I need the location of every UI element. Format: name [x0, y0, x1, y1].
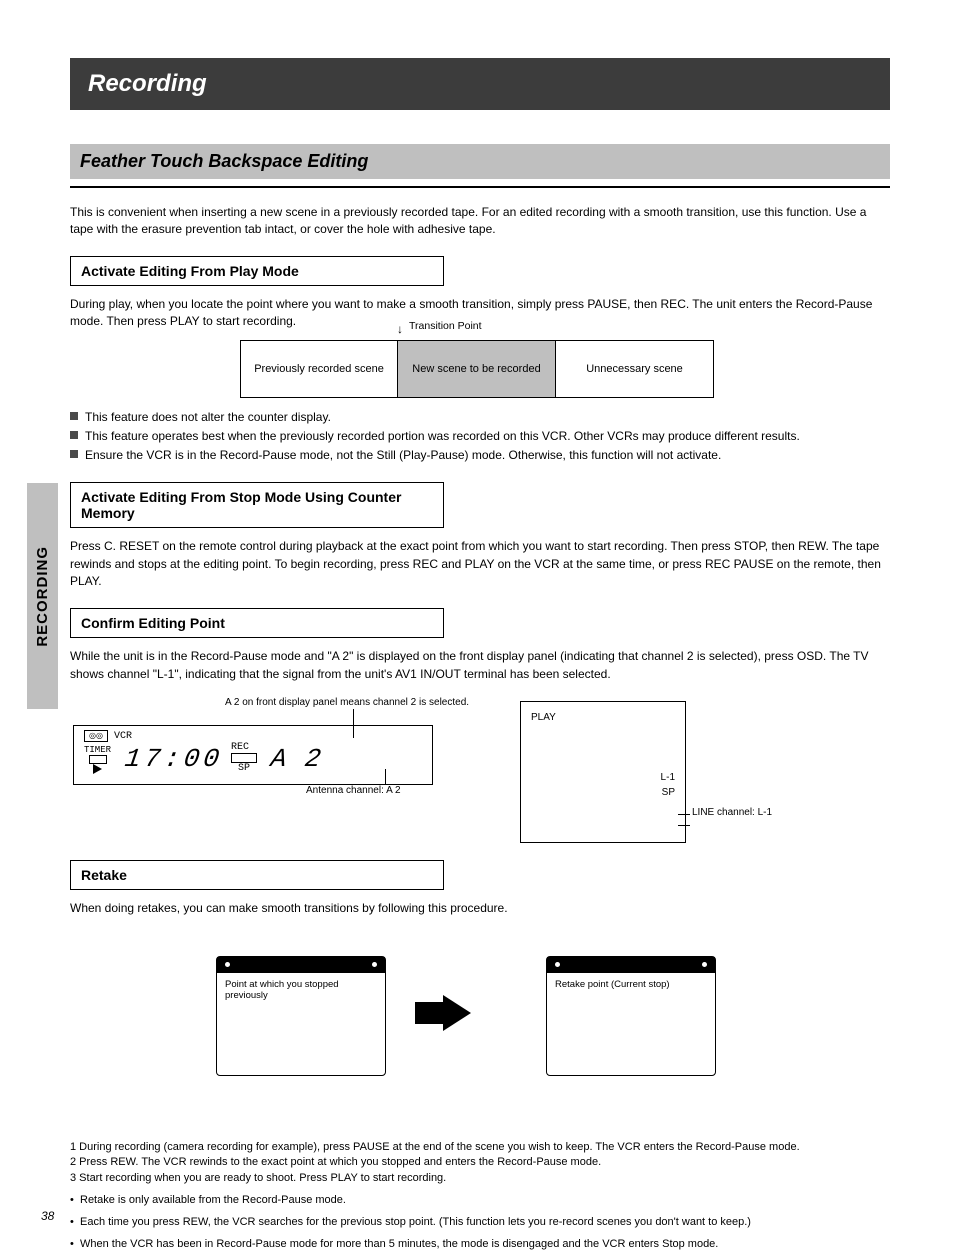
cassette-reel-icon [225, 962, 230, 967]
timer-label: TIMER [84, 746, 111, 755]
section-activate-heading: Activate Editing From Play Mode [70, 256, 444, 286]
cassette-right-label: Retake point (Current stop) [547, 973, 715, 996]
bullet-1-text: This feature does not alter the counter … [85, 408, 331, 427]
transition-arrow: ↓Transition Point [397, 322, 403, 336]
cassette-icon: ◎◎ [84, 730, 108, 742]
intro-text: This is convenient when inserting a new … [70, 204, 890, 238]
bullet-2-text: This feature operates best when the prev… [85, 427, 800, 446]
subheader-block: Feather Touch Backspace Editing [70, 144, 890, 188]
bullet-dot: • [70, 1193, 80, 1209]
vcr-indicator: VCR [114, 731, 132, 742]
note-3-text: When the VCR has been in Record-Pause mo… [80, 1237, 718, 1253]
tape-cell-previous: Previously recorded scene [240, 341, 398, 397]
tv-line-channel: L-1 [531, 770, 675, 785]
rec-label: REC [231, 742, 257, 753]
section-confirm-heading: Confirm Editing Point [70, 608, 444, 638]
seg-a: A [269, 744, 293, 774]
section-memory-text: Press C. RESET on the remote control dur… [70, 538, 890, 590]
note-1: •Retake is only available from the Recor… [70, 1193, 890, 1209]
subheader-title: Feather Touch Backspace Editing [80, 151, 368, 171]
cassette-reel-icon [702, 962, 707, 967]
subheader-underline [70, 179, 890, 188]
callout-top: A 2 on front display panel means channel… [225, 697, 469, 708]
tape-cell-new: New scene to be recorded [398, 341, 556, 397]
step-1: 1 During recording (camera recording for… [70, 1140, 890, 1156]
section-confirm-title: Confirm Editing Point [81, 615, 225, 631]
cassette-diagram: Point at which you stopped previously Re… [70, 940, 890, 1120]
bullet-icon [70, 450, 78, 458]
note-2-text: Each time you press REW, the VCR searche… [80, 1215, 751, 1231]
bullet-1: This feature does not alter the counter … [70, 408, 890, 427]
sp-rect-icon [231, 753, 257, 763]
cassette-reel-icon [372, 962, 377, 967]
tv-callout-line2 [678, 825, 690, 826]
cassette-right: Retake point (Current stop) [546, 956, 716, 1076]
play-icon [93, 764, 102, 774]
section-memory-heading: Activate Editing From Stop Mode Using Co… [70, 482, 444, 528]
tv-line-sp: SP [531, 785, 675, 800]
section-retake-text: When doing retakes, you can make smooth … [70, 900, 890, 917]
section-confirm-text: While the unit is in the Record-Pause mo… [70, 648, 890, 683]
cassette-topbar [547, 957, 715, 973]
note-3: •When the VCR has been in Record-Pause m… [70, 1237, 890, 1253]
section-retake-title: Retake [81, 867, 127, 883]
transition-label: Transition Point [409, 320, 482, 332]
callout-bottom-text: Antenna channel: A 2 [306, 785, 401, 796]
seg-time: 17:00 [123, 744, 225, 774]
bullet-3-text: Ensure the VCR is in the Record-Pause mo… [85, 446, 721, 465]
bullet-icon [70, 431, 78, 439]
tv-callout-line [678, 814, 690, 815]
rec-sp-block: REC SP [231, 742, 257, 774]
subheader-bar: Feather Touch Backspace Editing [70, 144, 890, 179]
tape-cell-unnecessary: Unnecessary scene [556, 341, 714, 397]
tv-callout-text: LINE channel: L-1 [692, 807, 772, 818]
timer-indicator: TIMER [84, 746, 111, 774]
note-2: •Each time you press REW, the VCR search… [70, 1215, 890, 1231]
seg-num: 2 [303, 744, 327, 774]
step-3: 3 Start recording when you are ready to … [70, 1171, 890, 1187]
note-1-text: Retake is only available from the Record… [80, 1193, 346, 1209]
section-memory-title: Activate Editing From Stop Mode Using Co… [81, 489, 401, 521]
section-activate-title: Activate Editing From Play Mode [81, 263, 299, 279]
tv-line-play: PLAY [531, 710, 675, 725]
bullet-icon [70, 412, 78, 420]
callout-top-text: A 2 on front display panel means channel… [225, 697, 469, 708]
vcr-front-panel: ◎◎ VCR TIMER 17:00 REC SP A 2 [73, 725, 433, 785]
cassette-topbar [217, 957, 385, 973]
cassette-left: Point at which you stopped previously [216, 956, 386, 1076]
display-illustration: A 2 on front display panel means channel… [70, 697, 890, 842]
callout-vline [385, 769, 386, 785]
tape-diagram: ↓Transition Point Previously recorded sc… [240, 340, 714, 398]
side-tab: RECORDING [27, 483, 58, 709]
page-title-bar: Recording [70, 58, 890, 110]
tv-display: PLAY L-1 SP [520, 701, 686, 843]
bullet-dot: • [70, 1237, 80, 1253]
timer-box-icon [89, 755, 107, 764]
bullet-dot: • [70, 1215, 80, 1231]
cassette-left-label: Point at which you stopped previously [217, 973, 385, 1007]
side-tab-text: RECORDING [34, 546, 51, 647]
callout-bottom: Antenna channel: A 2 [306, 785, 401, 796]
tv-callout: LINE channel: L-1 [692, 807, 772, 818]
sp-label: SP [231, 763, 257, 774]
bullet-list: This feature does not alter the counter … [70, 408, 890, 464]
footnotes: 1 During recording (camera recording for… [70, 1140, 890, 1253]
page-number: 38 [41, 1209, 54, 1223]
cassette-reel-icon [555, 962, 560, 967]
section-retake-heading: Retake [70, 860, 444, 890]
step-2: 2 Press REW. The VCR rewinds to the exac… [70, 1155, 890, 1171]
bullet-2: This feature operates best when the prev… [70, 427, 890, 446]
bullet-3: Ensure the VCR is in the Record-Pause mo… [70, 446, 890, 465]
page-content: Recording Feather Touch Backspace Editin… [70, 58, 890, 1253]
page-title: Recording [88, 70, 207, 97]
